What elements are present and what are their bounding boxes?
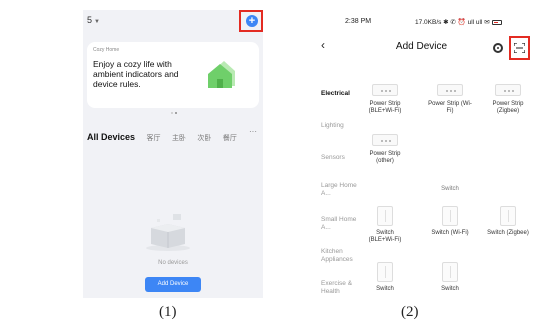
category-exercise-health[interactable]: Exercise & Health <box>321 280 363 296</box>
home-selector[interactable]: 5 ▼ <box>87 15 100 25</box>
power-strip-icon <box>372 134 398 146</box>
category-small-home-appliances[interactable]: Small Home A... <box>321 216 363 232</box>
device-label: Power Strip (Wi-Fi) <box>428 101 472 114</box>
power-strip-icon <box>437 84 463 96</box>
category-lighting[interactable]: Lighting <box>321 122 363 130</box>
device-switch-ble-wifi[interactable]: Switch (BLE+Wi-Fi) <box>363 206 407 244</box>
empty-state-text: No devices <box>158 260 188 266</box>
highlight-box-scan <box>509 36 530 60</box>
room-tabs: All Devices 客厅 主卧 次卧 餐厅 ··· <box>87 127 259 143</box>
device-label: Switch (Zigbee) <box>487 230 529 236</box>
switch-icon <box>500 206 516 226</box>
status-bar: 2:38 PM 17.0KB/s ✱ ✆ ⏰ ull ull ✉ <box>313 18 530 28</box>
radar-icon[interactable] <box>493 43 503 53</box>
section-switch-label: Switch <box>441 186 459 192</box>
carousel-dots <box>171 101 181 114</box>
highlight-box-plus <box>239 10 263 32</box>
device-label: Power Strip (BLE+Wi-Fi) <box>368 101 402 114</box>
device-label: Power Strip (Zigbee) <box>492 101 524 114</box>
switch-icon <box>377 262 393 282</box>
category-kitchen-appliances[interactable]: Kitchen Appliances <box>321 248 363 264</box>
device-switch[interactable]: Switch <box>363 262 407 293</box>
add-device-button[interactable]: Add Device <box>145 277 201 292</box>
tab-dining-room[interactable]: 餐厅 <box>223 133 237 143</box>
tab-all-devices[interactable]: All Devices <box>87 132 135 142</box>
category-large-home-appliances[interactable]: Large Home A... <box>321 182 363 198</box>
box-icon <box>146 214 190 251</box>
switch-icon <box>442 262 458 282</box>
device-power-strip-other[interactable]: Power Strip (other) <box>363 134 407 165</box>
cozy-card-text: Enjoy a cozy life with ambient indicator… <box>93 59 179 89</box>
caption-2: (2) <box>401 304 419 320</box>
device-power-strip-zigbee[interactable]: Power Strip (Zigbee) <box>486 84 530 115</box>
switch-icon <box>377 206 393 226</box>
device-switch[interactable]: Switch <box>428 262 472 293</box>
add-device-panel: 2:38 PM 17.0KB/s ✱ ✆ ⏰ ull ull ✉ ‹ Add D… <box>313 0 530 300</box>
device-label: Power Strip (other) <box>369 151 401 164</box>
device-label: Switch (Wi-Fi) <box>431 230 469 236</box>
caption-1: (1) <box>159 304 177 320</box>
tab-second-bedroom[interactable]: 次卧 <box>197 133 211 143</box>
device-label: Switch <box>376 286 394 292</box>
house-icon <box>208 61 235 88</box>
status-indicators-text: 17.0KB/s ✱ ✆ ⏰ ull ull ✉ <box>415 19 490 26</box>
power-strip-icon <box>495 84 521 96</box>
device-label: Switch (BLE+Wi-Fi) <box>368 230 402 243</box>
device-power-strip-wifi[interactable]: Power Strip (Wi-Fi) <box>428 84 472 115</box>
tab-living-room[interactable]: 客厅 <box>146 133 160 143</box>
caret-down-icon: ▼ <box>94 19 100 25</box>
more-tabs-button[interactable]: ··· <box>249 127 257 136</box>
device-switch-zigbee[interactable]: Switch (Zigbee) <box>486 206 530 237</box>
device-switch-wifi[interactable]: Switch (Wi-Fi) <box>428 206 472 237</box>
category-electrical[interactable]: Electrical <box>321 90 363 98</box>
cozy-card-tag: Cozy Home <box>93 47 120 53</box>
tab-master-bedroom[interactable]: 主卧 <box>172 133 186 143</box>
nav-bar: ‹ Add Device <box>313 38 530 58</box>
home-top-bar: 5 ▼ + <box>83 10 263 34</box>
power-strip-icon <box>372 84 398 96</box>
status-indicators: 17.0KB/s ✱ ✆ ⏰ ull ull ✉ <box>415 18 502 26</box>
cozy-home-card[interactable]: Cozy Home Enjoy a cozy life with ambient… <box>87 42 259 114</box>
device-power-strip-ble-wifi[interactable]: Power Strip (BLE+Wi-Fi) <box>363 84 407 115</box>
home-selector-label: 5 <box>87 15 93 25</box>
category-sensors[interactable]: Sensors <box>321 154 363 162</box>
battery-icon <box>491 19 502 25</box>
status-time: 2:38 PM <box>345 18 372 25</box>
device-label: Switch <box>441 286 459 292</box>
home-screen-panel: 5 ▼ + Cozy Home Enjoy a cozy life with am… <box>83 10 263 298</box>
switch-icon <box>442 206 458 226</box>
